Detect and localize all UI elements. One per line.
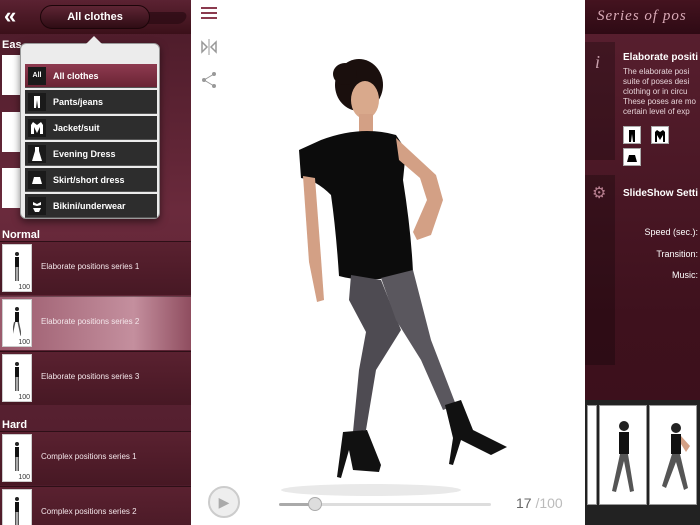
section-normal-heading: Normal — [2, 229, 40, 241]
current-index: 17 — [516, 495, 532, 511]
left-header: « All clothes — [0, 0, 191, 34]
slideshow-heading: SlideShow Setti — [623, 188, 699, 199]
series-description: The elaborate posi suite of poses desi c… — [623, 67, 696, 116]
speed-label: Speed (sec.): — [644, 227, 698, 237]
settings-column: ⚙ — [585, 175, 615, 365]
list-item[interactable]: 100 Complex positions series 2 — [0, 486, 191, 525]
back-icon[interactable]: « — [4, 5, 30, 29]
category-button[interactable]: All clothes — [40, 5, 150, 29]
list-item-label: Complex positions series 2 — [41, 507, 137, 516]
category-dropdown: All All clothes Pants/jeans Jacket/suit … — [20, 36, 160, 219]
list-item-label: Complex positions series 1 — [41, 452, 137, 461]
option-skirt[interactable]: Skirt/short dress — [25, 168, 157, 192]
series-heading: Elaborate positi — [623, 52, 699, 63]
easy-thumb[interactable] — [2, 112, 20, 152]
list-item-label: Elaborate positions series 2 — [41, 317, 140, 326]
all-icon: All — [28, 67, 46, 85]
list-item-label: Elaborate positions series 1 — [41, 262, 140, 271]
transition-label: Transition: — [656, 249, 698, 259]
list-item-selected[interactable]: 100 Elaborate positions series 2 — [0, 296, 191, 350]
jacket-icon — [28, 119, 46, 137]
section-hard-heading: Hard — [2, 419, 28, 431]
photo-viewer: ▶ 17 /100 — [191, 0, 585, 525]
section-easy-heading: Eas — [2, 39, 22, 51]
skirt-icon — [28, 171, 46, 189]
pose-thumbnail: 100 — [2, 299, 32, 347]
progress-slider-knob[interactable] — [308, 497, 322, 511]
option-bikini[interactable]: Bikini/underwear — [25, 194, 157, 218]
info-icon: i — [595, 52, 601, 72]
option-evening-dress[interactable]: Evening Dress — [25, 142, 157, 166]
menu-icon[interactable] — [201, 6, 217, 25]
pose-thumbnail: 100 — [2, 434, 32, 482]
mirror-icon[interactable] — [201, 38, 217, 61]
easy-thumb[interactable] — [2, 168, 20, 208]
list-item-label: Elaborate positions series 3 — [41, 372, 140, 381]
list-item[interactable]: 100 Elaborate positions series 1 — [0, 241, 191, 295]
total-count: /100 — [535, 495, 563, 511]
bikini-icon — [28, 197, 46, 215]
option-jacket[interactable]: Jacket/suit — [25, 116, 157, 140]
pants-icon — [623, 126, 641, 144]
strip-thumbnail[interactable] — [599, 405, 647, 505]
jacket-icon — [651, 126, 669, 144]
play-button[interactable]: ▶ — [208, 486, 240, 518]
panel-title: Series of pos — [597, 8, 687, 24]
easy-thumb[interactable] — [2, 55, 20, 95]
photo-counter: 17 /100 — [516, 495, 563, 511]
dropdown-arrow — [86, 36, 102, 44]
list-item[interactable]: 100 Complex positions series 1 — [0, 431, 191, 485]
share-icon[interactable] — [201, 71, 217, 94]
list-item[interactable]: 100 Elaborate positions series 3 — [0, 351, 191, 405]
pose-thumbnail: 100 — [2, 489, 32, 525]
clothing-icons — [623, 126, 700, 170]
strip-thumbnail[interactable] — [649, 405, 697, 505]
pose-thumbnail: 100 — [2, 354, 32, 402]
option-all-clothes[interactable]: All All clothes — [25, 64, 157, 88]
strip-thumbnail[interactable] — [587, 405, 597, 505]
dress-icon — [28, 145, 46, 163]
right-header: Series of pos — [585, 0, 700, 34]
info-column: i — [585, 42, 615, 160]
model-photo — [281, 59, 507, 496]
skirt-icon — [623, 148, 641, 166]
gear-icon: ⚙ — [592, 185, 607, 202]
pose-thumbnail: 100 — [2, 244, 32, 292]
pants-icon — [28, 93, 46, 111]
option-pants[interactable]: Pants/jeans — [25, 90, 157, 114]
music-label: Music: — [671, 270, 698, 280]
right-panel: Series of pos i Elaborate positi The ela… — [585, 0, 700, 525]
